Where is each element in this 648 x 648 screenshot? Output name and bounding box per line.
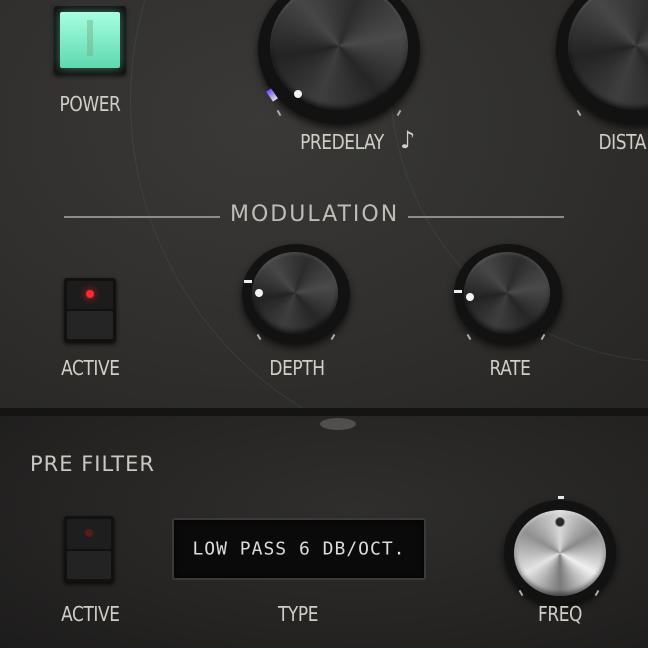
value-marker	[454, 290, 462, 293]
section-divider	[408, 216, 564, 218]
knob-indicator	[294, 90, 302, 98]
button-lower	[67, 311, 113, 339]
knob-cap	[464, 252, 550, 334]
rate-knob[interactable]	[454, 244, 562, 344]
knob-indicator	[555, 517, 565, 527]
pre-filter-active-label: ACTIVE	[61, 602, 120, 626]
modulation-title: MODULATION	[230, 202, 400, 227]
power-button[interactable]	[54, 6, 126, 74]
value-marker	[244, 280, 252, 283]
active-led	[86, 290, 94, 298]
inactive-led	[85, 529, 93, 537]
power-light	[60, 12, 120, 68]
filter-type-display[interactable]: LOW PASS 6 DB/OCT.	[172, 518, 426, 580]
depth-knob[interactable]	[242, 244, 350, 344]
depth-label: DEPTH	[269, 356, 325, 380]
knob-indicator	[466, 293, 474, 301]
panel-divider	[0, 408, 648, 416]
power-label: POWER	[59, 92, 121, 116]
freq-label: FREQ	[537, 602, 583, 626]
predelay-label: PREDELAY	[300, 130, 384, 154]
music-note-icon[interactable]: ♪	[400, 126, 415, 154]
button-lower	[67, 551, 111, 579]
knob-indicator	[255, 289, 263, 297]
pre-filter-active-button[interactable]	[64, 516, 114, 582]
freq-knob[interactable]	[504, 500, 616, 604]
pre-filter-title: PRE FILTER	[30, 452, 155, 476]
panel-wear	[320, 418, 356, 430]
modulation-active-label: ACTIVE	[61, 356, 120, 380]
rate-label: RATE	[489, 356, 531, 380]
modulation-active-button[interactable]	[64, 278, 116, 342]
knob-cap	[252, 252, 338, 334]
filter-type-value: LOW PASS 6 DB/OCT.	[192, 538, 406, 560]
type-label: TYPE	[277, 602, 319, 626]
section-divider	[64, 216, 220, 218]
plugin-window: POWER PREDELAY ♪ DISTA MODULATION ACTIVE…	[0, 0, 648, 648]
power-light-glyph	[87, 20, 93, 56]
knob-top-marker	[558, 496, 564, 499]
distance-label: DISTA	[598, 130, 647, 154]
